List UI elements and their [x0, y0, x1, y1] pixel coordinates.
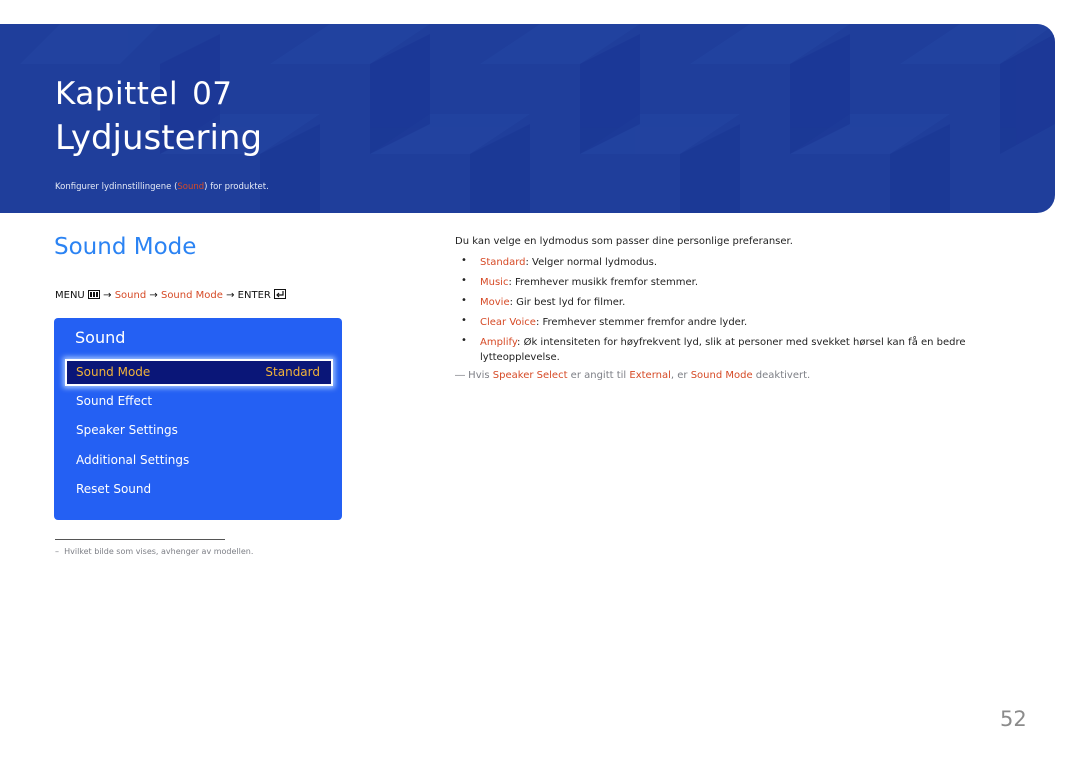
path-step-sound: Sound — [114, 290, 147, 301]
intro-text: Du kan velge en lydmodus som passer dine… — [455, 236, 793, 247]
osd-item-label: Sound Mode — [76, 365, 151, 379]
osd-item-speaker-settings[interactable]: Speaker Settings — [76, 423, 178, 437]
menu-grid-icon — [87, 290, 100, 302]
enter-label: ENTER — [237, 290, 271, 301]
sound-highlight: Sound — [177, 182, 205, 192]
osd-sound-menu: Sound Sound Mode Standard Sound Effect S… — [54, 318, 342, 520]
osd-menu-title: Sound — [75, 328, 126, 347]
arrow: → — [149, 290, 158, 301]
menu-path: MENU → Sound → Sound Mode → ENTER — [55, 289, 287, 302]
enter-icon — [274, 289, 287, 302]
chapter-title: Lydjustering — [55, 118, 263, 158]
page-number: 52 — [1000, 707, 1027, 731]
chapter-banner: Kapittel 07 Lydjustering Konfigurer lydin… — [0, 24, 1055, 213]
footnote-divider — [55, 539, 225, 540]
osd-item-additional-settings[interactable]: Additional Settings — [76, 453, 189, 467]
arrow: → — [103, 290, 112, 301]
osd-item-reset-sound[interactable]: Reset Sound — [76, 482, 151, 496]
path-step-sound-mode: Sound Mode — [160, 290, 223, 301]
menu-label: MENU — [55, 290, 85, 301]
chapter-description: Konfigurer lydinnstillingene (Sound) for… — [55, 182, 269, 192]
osd-item-value: Standard — [265, 365, 320, 379]
osd-item-sound-mode[interactable]: Sound Mode Standard — [65, 359, 333, 386]
chapter-heading: Kapittel 07 — [55, 76, 233, 112]
chapter-label: Kapittel — [55, 76, 179, 112]
section-title: Sound Mode — [54, 234, 197, 260]
chapter-number: 07 — [192, 76, 233, 112]
footnote: – Hvilket bilde som vises, avhenger av m… — [55, 547, 254, 556]
osd-item-sound-effect[interactable]: Sound Effect — [76, 394, 152, 408]
note: ― Hvis Speaker Select er angitt til Exte… — [455, 370, 811, 381]
arrow: → — [226, 290, 235, 301]
